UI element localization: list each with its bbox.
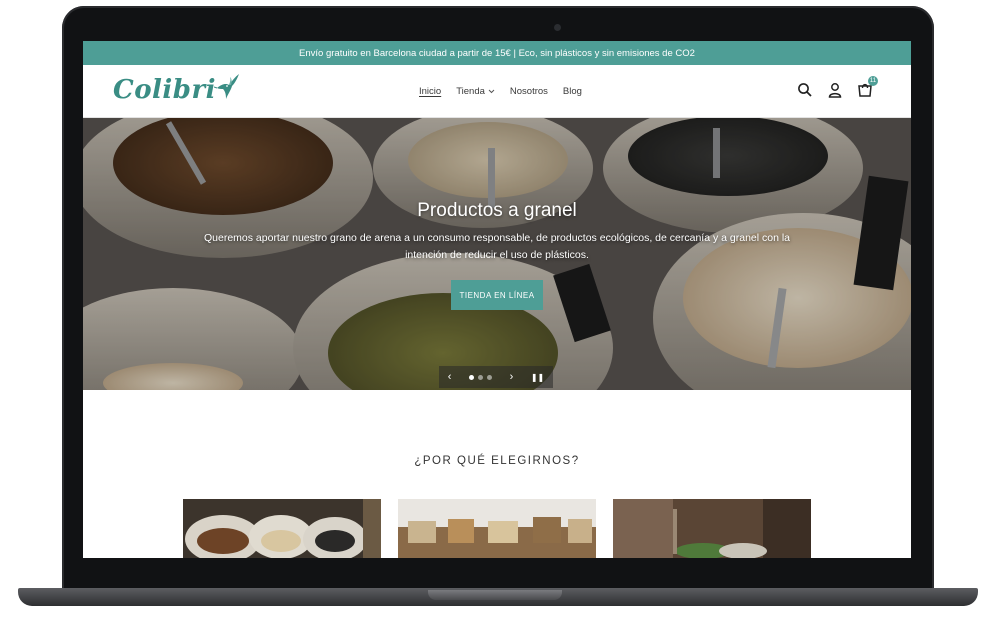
cart-count-badge: 11 <box>868 76 878 86</box>
user-icon <box>828 83 842 98</box>
slide-dot[interactable] <box>469 374 475 380</box>
chevron-down-icon <box>488 89 495 94</box>
nav-item-label: Nosotros <box>509 86 548 97</box>
cart-button[interactable]: 11 <box>857 76 878 98</box>
website-screen: Envío gratuito en Barcelona ciudad a par… <box>83 41 911 558</box>
why-choose-us-title: ¿POR QUÉ ELEGIRNOS? <box>414 455 580 467</box>
announcement-bar: Envío gratuito en Barcelona ciudad a par… <box>83 41 911 65</box>
site-header: Colibri Inicio Tienda Nosotros Blog 11 <box>83 65 911 118</box>
hero-text: Queremos aportar nuestro grano de arena … <box>203 232 791 261</box>
search-icon <box>798 83 812 97</box>
hero-slider: Productos a granel Queremos aportar nues… <box>83 118 911 390</box>
account-button[interactable] <box>827 82 843 98</box>
slide-dots <box>469 374 493 380</box>
nav-item-label: Inicio <box>419 86 442 97</box>
shop-online-button[interactable]: TIENDA EN LÍNEA <box>451 280 543 310</box>
logo-text: Colibri <box>113 75 217 105</box>
pause-icon[interactable]: ❚❚ <box>531 373 544 382</box>
slide-dot[interactable] <box>478 374 484 380</box>
feature-image <box>183 499 381 558</box>
slider-controls: ‹ › ❚❚ <box>439 366 553 388</box>
main-nav: Inicio Tienda Nosotros Blog <box>419 86 582 97</box>
nav-item-inicio[interactable]: Inicio <box>419 86 441 97</box>
nav-item-label: Tienda <box>456 86 485 97</box>
hero-title: Productos a granel <box>417 200 577 221</box>
camera <box>554 24 561 31</box>
prev-slide-icon[interactable]: ‹ <box>448 371 452 383</box>
slide-dot[interactable] <box>487 374 493 380</box>
nav-item-nosotros[interactable]: Nosotros <box>510 86 548 97</box>
nav-item-blog[interactable]: Blog <box>563 86 582 97</box>
next-slide-icon[interactable]: › <box>510 371 514 383</box>
nav-item-tienda[interactable]: Tienda <box>456 86 495 97</box>
announcement-text: Envío gratuito en Barcelona ciudad a par… <box>299 47 695 59</box>
search-button[interactable] <box>797 82 813 98</box>
feature-image <box>398 499 596 558</box>
nav-item-label: Blog <box>562 86 582 97</box>
site-logo[interactable]: Colibri <box>113 74 240 105</box>
header-icons: 11 <box>797 76 878 98</box>
hummingbird-icon <box>214 74 240 99</box>
laptop-notch <box>428 590 562 600</box>
feature-image <box>613 499 811 558</box>
